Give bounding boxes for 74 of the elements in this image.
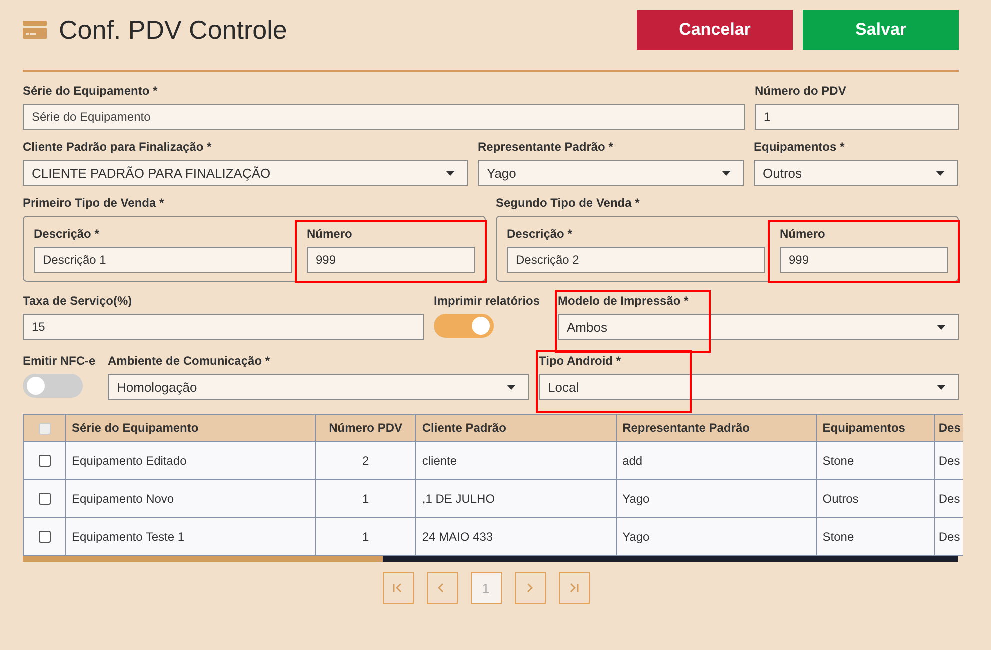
table-cell: Equipamento Editado — [66, 442, 316, 480]
field-label: Descrição * — [507, 227, 574, 241]
column-header: Cliente Padrão — [416, 414, 616, 442]
field-label: Número — [307, 227, 354, 241]
table-cell: Yago — [616, 518, 816, 556]
input-field[interactable]: 999 — [307, 247, 475, 273]
field-label: Taxa de Serviço(%) — [23, 294, 134, 308]
next-page-button[interactable] — [514, 572, 546, 604]
card-icon — [23, 21, 47, 39]
column-header: Des — [934, 414, 963, 442]
input-field[interactable]: 999 — [780, 247, 948, 273]
field-label: Representante Padrão * — [478, 140, 614, 154]
table-cell: Equipamento Teste 1 — [66, 518, 316, 556]
dropdown-field[interactable]: Outros — [754, 160, 958, 186]
row-checkbox[interactable] — [38, 455, 51, 468]
dropdown-field[interactable]: Ambos — [558, 314, 959, 340]
table-cell: Stone — [816, 518, 934, 556]
table-cell: add — [616, 442, 816, 480]
table-cell: cliente — [416, 442, 616, 480]
field-label: Tipo Android * — [539, 354, 622, 368]
first-page-button[interactable] — [382, 572, 414, 604]
field-label: Equipamentos * — [754, 140, 846, 154]
group-title: Primeiro Tipo de Venda * — [23, 196, 166, 210]
field-label: Número — [780, 227, 826, 241]
table-cell: ,1 DE JULHO — [416, 480, 616, 518]
column-header: Representante Padrão — [616, 414, 816, 442]
table-cell: Yago — [616, 480, 816, 518]
column-header: Equipamentos — [816, 414, 934, 442]
field-label: Ambiente de Comunicação * — [108, 354, 272, 368]
table-cell: Des — [934, 480, 963, 518]
row-checkbox[interactable] — [38, 531, 51, 544]
caret-icon — [936, 170, 945, 176]
caret-icon — [937, 384, 946, 390]
prev-page-button[interactable] — [426, 572, 458, 604]
table-cell: 2 — [316, 442, 416, 480]
input-field[interactable]: Descrição 1 — [34, 247, 292, 273]
select-all-checkbox[interactable] — [38, 422, 51, 435]
table-cell: Des — [934, 442, 963, 480]
table-cell: 1 — [316, 518, 416, 556]
field-label: Série do Equipamento * — [23, 84, 159, 98]
caret-icon — [507, 384, 516, 390]
table-cell: Des — [934, 518, 963, 556]
page-title: Conf. PDV Controle — [59, 14, 288, 46]
table-cell: 1 — [316, 480, 416, 518]
last-page-button[interactable] — [558, 572, 590, 604]
field-label: Imprimir relatórios — [434, 294, 542, 308]
caret-icon — [446, 170, 455, 176]
table-cell: Outros — [816, 480, 934, 518]
toggle-switch[interactable] — [23, 374, 83, 398]
group-title: Segundo Tipo de Venda * — [496, 196, 641, 210]
input-field[interactable]: Série do Equipamento — [23, 104, 745, 130]
field-label: Modelo de Impressão * — [558, 294, 690, 308]
dropdown-field[interactable]: Homologação — [108, 374, 529, 400]
cancel-button[interactable]: Cancelar — [637, 10, 793, 50]
row-checkbox[interactable] — [38, 493, 51, 506]
dropdown-field[interactable]: Local — [539, 374, 959, 400]
toggle-switch[interactable] — [434, 314, 494, 338]
field-label: Emitir NFC-e — [23, 354, 97, 368]
input-field[interactable]: 1 — [755, 104, 959, 130]
field-label: Cliente Padrão para Finalização * — [23, 140, 213, 154]
table-cell: 24 MAIO 433 — [416, 518, 616, 556]
horizontal-scrollbar[interactable] — [23, 556, 958, 562]
column-header: Série do Equipamento — [66, 414, 316, 442]
input-field[interactable]: Descrição 2 — [507, 247, 765, 273]
table-cell: Stone — [816, 442, 934, 480]
caret-icon — [937, 324, 946, 330]
field-label: Descrição * — [34, 227, 100, 241]
field-label: Número do PDV — [755, 84, 848, 98]
table-cell: Equipamento Novo — [66, 480, 316, 518]
column-header: Número PDV — [316, 414, 416, 442]
input-field[interactable]: 15 — [23, 314, 424, 340]
dropdown-field[interactable]: CLIENTE PADRÃO PARA FINALIZAÇÃO — [23, 160, 468, 186]
caret-icon — [722, 170, 731, 176]
dropdown-field[interactable]: Yago — [478, 160, 744, 186]
